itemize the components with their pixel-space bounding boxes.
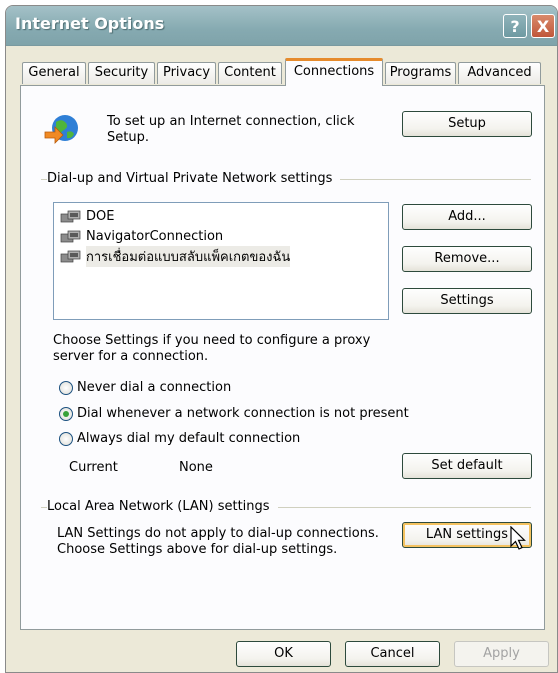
radio-label: Dial whenever a network connection is no… <box>77 406 409 421</box>
connections-listbox[interactable]: DOE NavigatorConnection การเชื่อมต่อแบบส… <box>53 202 389 320</box>
tab-strip: General Security Privacy Content Connect… <box>6 46 557 86</box>
tab-privacy[interactable]: Privacy <box>157 62 216 84</box>
radio-always-dial-default[interactable]: Always dial my default connection <box>59 431 300 446</box>
setup-description: To set up an Internet connection, click … <box>107 114 355 145</box>
tab-connections[interactable]: Connections <box>285 58 383 86</box>
tab-general[interactable]: General <box>22 62 86 84</box>
connection-item-navigator[interactable]: NavigatorConnection <box>60 227 223 245</box>
window-title: Internet Options <box>15 14 165 33</box>
apply-button[interactable]: Apply <box>454 641 549 667</box>
help-icon: ? <box>510 16 520 36</box>
dialup-connection-icon <box>60 210 81 223</box>
close-icon: X <box>536 16 550 36</box>
connection-name: DOE <box>86 208 115 224</box>
title-bar[interactable]: Internet Options ? X <box>6 6 557 46</box>
radio-button-checked[interactable] <box>59 406 73 421</box>
add-connection-button[interactable]: Add... <box>402 204 532 230</box>
radio-dial-when-no-network[interactable]: Dial whenever a network connection is no… <box>59 406 409 421</box>
mouse-pointer-icon <box>510 526 526 550</box>
tab-programs[interactable]: Programs <box>385 62 456 84</box>
internet-options-window: Internet Options ? X General Security Pr… <box>5 5 558 673</box>
current-value: None <box>179 460 213 475</box>
radio-button[interactable] <box>59 380 73 395</box>
connection-item-doe[interactable]: DOE <box>60 207 114 225</box>
radio-never-dial[interactable]: Never dial a connection <box>59 380 231 395</box>
lan-section-label: Local Area Network (LAN) settings <box>47 499 278 514</box>
tab-content[interactable]: Content <box>218 62 282 84</box>
setup-button[interactable]: Setup <box>402 111 532 137</box>
dialup-section-label: Dial-up and Virtual Private Network sett… <box>47 171 341 186</box>
remove-connection-button[interactable]: Remove... <box>402 246 532 272</box>
connection-settings-button[interactable]: Settings <box>402 288 532 314</box>
radio-button[interactable] <box>59 431 73 446</box>
close-button[interactable]: X <box>531 14 555 38</box>
lan-note: LAN Settings do not apply to dial-up con… <box>57 526 379 557</box>
ok-button[interactable]: OK <box>236 641 331 667</box>
connection-name: การเชื่อมต่อแบบสลับแพ็คเกตของฉัน <box>86 245 291 267</box>
connections-panel: To set up an Internet connection, click … <box>20 85 545 630</box>
help-button[interactable]: ? <box>503 14 527 38</box>
connection-name: NavigatorConnection <box>86 228 224 244</box>
radio-label: Always dial my default connection <box>77 431 301 446</box>
cancel-button[interactable]: Cancel <box>345 641 440 667</box>
connection-item-packet-switched[interactable]: การเชื่อมต่อแบบสลับแพ็คเกตของฉัน <box>60 245 291 267</box>
set-default-button[interactable]: Set default <box>402 453 532 479</box>
tab-security[interactable]: Security <box>88 62 155 84</box>
internet-globe-icon <box>44 115 78 144</box>
proxy-hint: Choose Settings if you need to configure… <box>53 333 371 364</box>
dialup-connection-icon <box>60 250 81 263</box>
dialup-connection-icon <box>60 230 81 243</box>
tab-advanced[interactable]: Advanced <box>458 62 541 84</box>
current-label: Current <box>69 460 118 475</box>
radio-label: Never dial a connection <box>77 380 232 395</box>
